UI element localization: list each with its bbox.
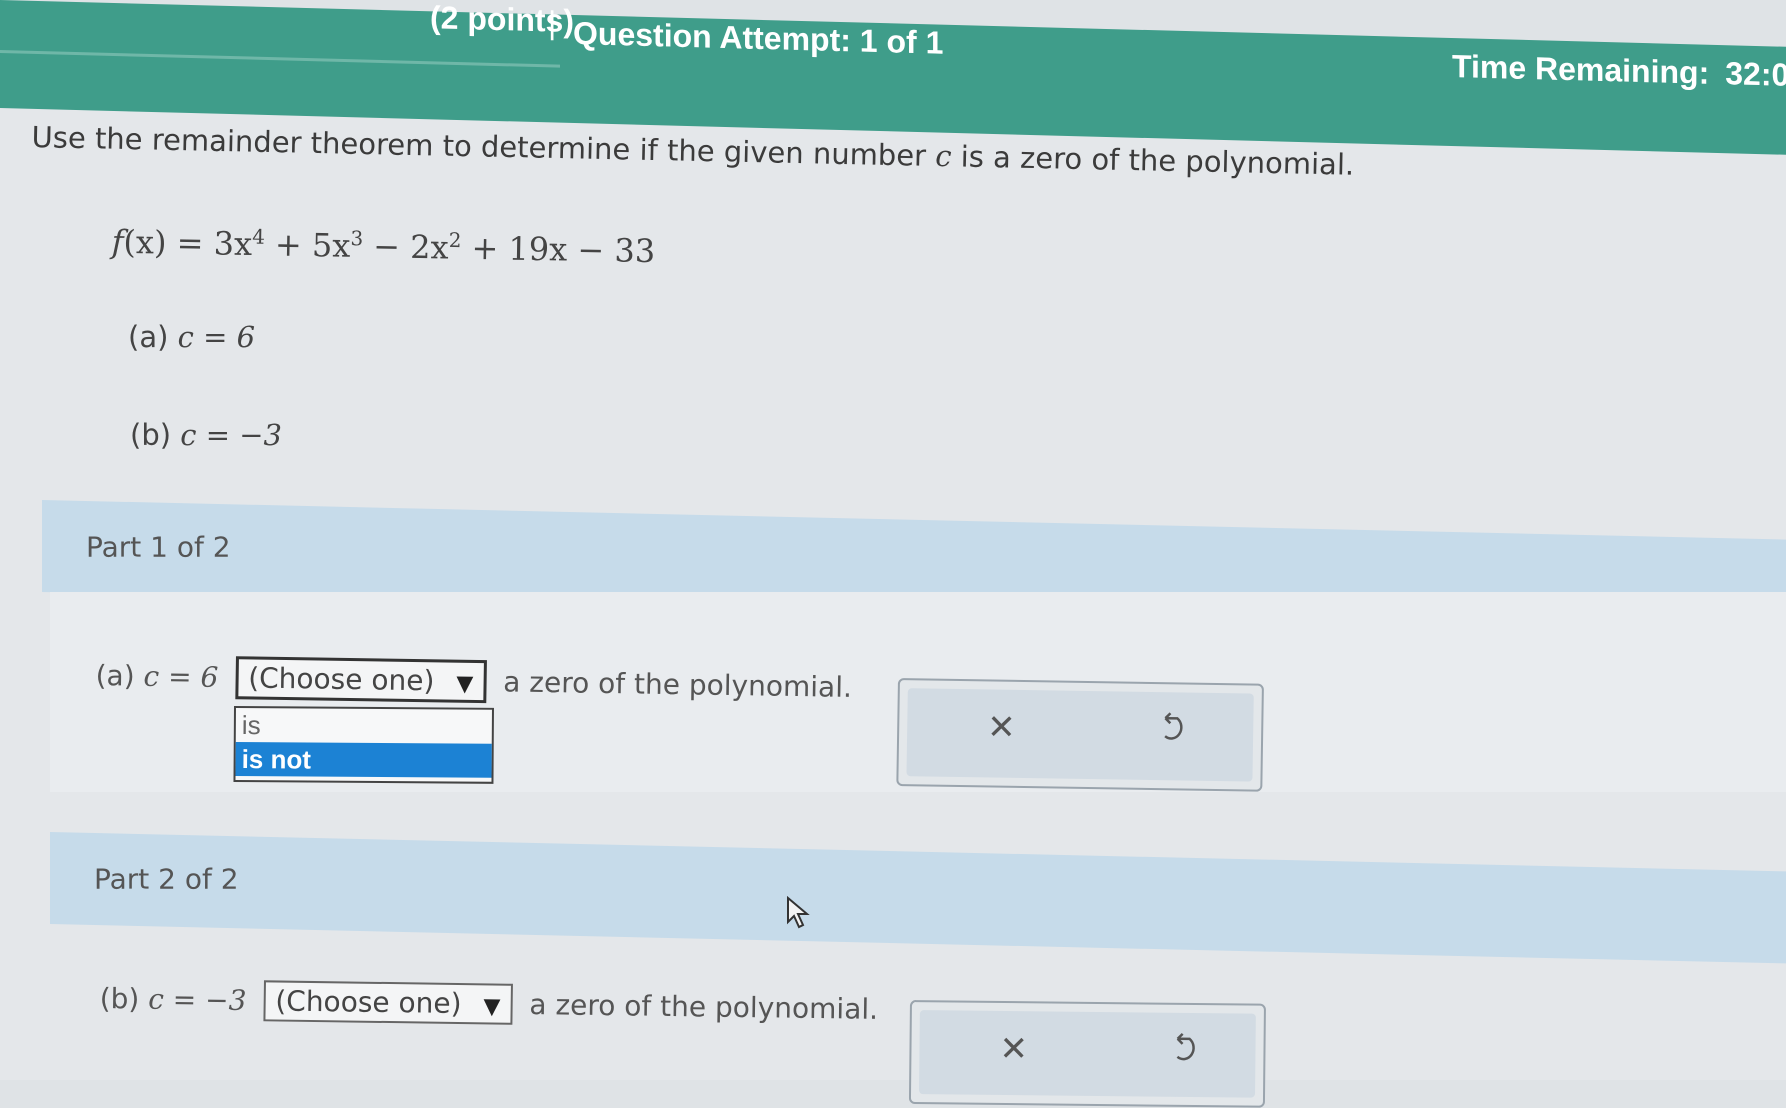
- mouse-pointer-icon: [786, 895, 812, 934]
- header-underline: [0, 50, 560, 68]
- undo-icon[interactable]: [1169, 1032, 1199, 1067]
- part1-select-value: (Choose one): [247, 661, 435, 698]
- chevron-down-icon: ▼: [456, 671, 474, 697]
- part1-label: (a): [95, 658, 135, 693]
- option-is[interactable]: is: [236, 708, 492, 744]
- exponent: 4: [251, 224, 266, 249]
- option-is-not[interactable]: is not: [235, 742, 492, 778]
- chevron-down-icon: ▼: [483, 994, 501, 1020]
- formula-term: + 19x − 33: [461, 228, 656, 271]
- part2-toolbox: ✕: [908, 1000, 1266, 1108]
- header-separator: |: [548, 4, 557, 41]
- part1-title: Part 1 of 2: [86, 530, 231, 564]
- timer-value: 32:0: [1725, 55, 1786, 93]
- item-b-value: c = −3: [180, 418, 282, 452]
- prompt-variable: c: [934, 138, 952, 174]
- part1-suffix: a zero of the polynomial.: [503, 665, 853, 704]
- part1-dropdown-menu: is is not: [233, 706, 494, 784]
- part2-math: c = −3: [148, 982, 247, 1018]
- item-b-label: (b): [130, 418, 172, 452]
- item-a: (a) c = 6: [128, 320, 255, 354]
- part2-suffix: a zero of the polynomial.: [529, 987, 879, 1026]
- part1-select[interactable]: (Choose one) ▼: [234, 656, 487, 704]
- timer: Time Remaining: 32:0: [1452, 48, 1786, 94]
- attempt-label: Question Attempt: 1 of 1: [573, 15, 944, 61]
- formula-term: (x) = 3x: [123, 222, 253, 264]
- close-icon[interactable]: ✕: [987, 707, 1016, 747]
- part2-title: Part 2 of 2: [94, 862, 239, 896]
- part2-label: (b): [99, 981, 140, 1016]
- undo-icon[interactable]: [1157, 712, 1188, 746]
- part2-select[interactable]: (Choose one) ▼: [263, 980, 513, 1025]
- toolbox-inner: ✕: [919, 1010, 1256, 1098]
- formula-term: − 2x: [362, 227, 449, 267]
- timer-label: Time Remaining:: [1452, 48, 1710, 91]
- toolbox-inner: ✕: [906, 688, 1254, 782]
- item-a-value: c = 6: [177, 320, 256, 354]
- part1-math: c = 6: [143, 659, 219, 694]
- formula-term: + 5x: [264, 225, 351, 265]
- item-b: (b) c = −3: [130, 418, 282, 452]
- part1-toolbox: ✕: [896, 678, 1264, 792]
- part2-select-value: (Choose one): [275, 984, 462, 1021]
- function-name: f: [111, 222, 124, 261]
- exponent: 2: [448, 227, 462, 253]
- close-icon[interactable]: ✕: [999, 1029, 1028, 1069]
- exponent: 3: [350, 226, 364, 251]
- item-a-label: (a): [128, 320, 169, 354]
